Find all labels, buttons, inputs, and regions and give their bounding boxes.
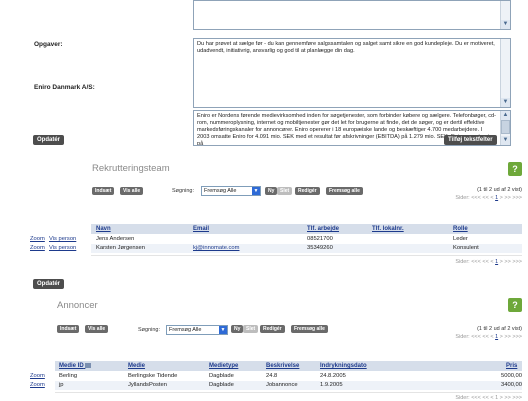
cell-medie-id: Berling (59, 373, 78, 379)
team-search-select[interactable]: Fremsøg Alle ▼ (201, 186, 261, 196)
team-edit-button[interactable]: Redigér (295, 187, 320, 195)
ads-insert-button[interactable]: Indsæt (57, 325, 80, 333)
team-count: (1 til 2 ud af 2 vist) (477, 187, 522, 193)
cell-medie-id: jp (59, 382, 64, 388)
team-search-value: Fremsøg Alle (204, 188, 237, 194)
pager-current[interactable]: 1 (495, 195, 498, 201)
col-indrykningsdato[interactable]: Indrykningsdato (320, 361, 367, 371)
divider (55, 392, 522, 393)
team-search-all-button[interactable]: Fremsøg alle (326, 187, 363, 195)
team-delete-button: Slet (277, 187, 293, 195)
vis-person-link[interactable]: Vis person (49, 235, 76, 244)
ads-new-button[interactable]: Ny (231, 325, 244, 333)
ads-search-value: Fremsøg Alle (169, 327, 202, 333)
table-row: Zoom jp JyllandsPosten Dagblade Jobannon… (30, 381, 522, 390)
cell-rolle: Konsulent (453, 245, 479, 251)
col-rolle[interactable]: Rolle (453, 224, 468, 234)
chevron-down-icon: ▼ (219, 326, 227, 334)
update-button[interactable]: Opdatér (33, 135, 65, 145)
ads-count: (1 til 2 ud af 2 vist) (477, 326, 522, 332)
team-title: Rekrutteringsteam (92, 163, 170, 174)
sort-icon[interactable] (85, 362, 92, 368)
vis-person-link[interactable]: Vis person (49, 244, 76, 253)
col-tlf-arbejde[interactable]: Tlf. arbejde (307, 224, 339, 234)
ads-delete-button: Slet (243, 325, 259, 333)
opgaver-label: Opgaver: (34, 41, 63, 48)
ads-search-all-button[interactable]: Fremsøg alle (291, 325, 328, 333)
team-show-all-button[interactable]: Vis alle (120, 187, 144, 195)
opgaver-text: Du har prøvet at sælge før - du kan genn… (197, 41, 495, 54)
cell-beskrivelse: 24.8 (266, 373, 278, 379)
cell-beskrivelse: Jobannonce (266, 382, 298, 388)
zoom-link[interactable]: Zoom (30, 244, 45, 253)
cell-rolle: Leder (453, 236, 468, 242)
team-update-button[interactable]: Opdatér (33, 279, 65, 289)
cell-medie: JyllandsPosten (128, 382, 167, 388)
cell-medietype: Dagblade (209, 373, 234, 379)
eniro-label: Eniro Danmark A/S: (34, 84, 95, 91)
team-pager-bottom: Sider: <<< << < 1 > >> >>> (455, 259, 522, 265)
scroll-up-icon[interactable]: ▲ (501, 111, 510, 120)
team-new-button[interactable]: Ny (265, 187, 278, 195)
cell-tlf: 35349260 (307, 245, 333, 251)
cell-email[interactable]: kj@innomate.com (193, 244, 239, 253)
cell-navn: Jens Andersen (96, 236, 135, 242)
ads-pager: Sider: <<< << < 1 > >> >>> (455, 334, 522, 340)
ads-pager-bottom: Sider: <<< << < 1 > >> >>> (455, 395, 522, 401)
cell-navn: Karsten Jørgensen (96, 245, 145, 251)
prev-textarea[interactable]: ▼ (193, 0, 511, 30)
ads-edit-button[interactable]: Redigér (260, 325, 285, 333)
col-tlf-lokal[interactable]: Tlf. lokalnr. (372, 224, 404, 234)
ads-search-select[interactable]: Fremsøg Alle ▼ (166, 325, 228, 335)
ads-search-label: Søgning: (138, 327, 161, 333)
team-insert-button[interactable]: Indsæt (92, 187, 115, 195)
col-email[interactable]: Email (193, 224, 209, 234)
cell-medietype: Dagblade (209, 382, 234, 388)
cell-dato: 1.9.2005 (320, 382, 343, 388)
col-navn[interactable]: Navn (96, 224, 111, 234)
zoom-link[interactable]: Zoom (30, 372, 45, 381)
chevron-down-icon: ▼ (252, 187, 260, 195)
col-medie[interactable]: Medie (128, 361, 145, 371)
scroll-thumb[interactable] (501, 120, 510, 134)
cell-pris: 3400,00 (501, 382, 522, 388)
pager-next[interactable]: > >> >>> (500, 195, 522, 201)
zoom-link[interactable]: Zoom (30, 381, 45, 390)
zoom-link[interactable]: Zoom (30, 235, 45, 244)
cell-medie: Berlingske Tidende (128, 373, 178, 379)
pager-prev[interactable]: <<< << < (471, 195, 493, 201)
col-pris[interactable]: Pris (506, 361, 517, 371)
cell-pris: 5000,00 (501, 373, 522, 379)
team-pager: Sider: <<< << < 1 > >> >>> (455, 195, 522, 201)
opgaver-textarea[interactable]: Du har prøvet at sælge før - du kan genn… (193, 38, 511, 108)
scroll-down-icon[interactable]: ▼ (501, 20, 510, 29)
col-medie-id[interactable]: Medie ID (59, 361, 92, 371)
help-icon[interactable]: ? (508, 298, 522, 312)
col-medietype[interactable]: Medietype (209, 361, 238, 371)
scroll-down-icon[interactable]: ▼ (501, 98, 510, 107)
table-row: Zoom Vis person Jens Andersen 08521700 L… (30, 235, 522, 244)
col-beskrivelse[interactable]: Beskrivelse (266, 361, 299, 371)
ads-show-all-button[interactable]: Vis alle (85, 325, 109, 333)
table-row: Zoom Berling Berlingske Tidende Dagblade… (30, 372, 522, 381)
opgaver-scrollbar[interactable] (500, 39, 510, 107)
ads-title: Annoncer (57, 300, 98, 311)
cell-tlf: 08521700 (307, 236, 333, 242)
table-row: Zoom Vis person Karsten Jørgensen kj@inn… (30, 244, 522, 253)
divider (91, 255, 522, 256)
team-search-label: Søgning: (172, 188, 195, 194)
cell-dato: 24.8.2005 (320, 373, 346, 379)
scroll-down-icon[interactable]: ▼ (501, 136, 510, 145)
help-icon[interactable]: ? (508, 162, 522, 176)
add-text-fields-button[interactable]: Tilføj tekstfelter (444, 135, 497, 145)
